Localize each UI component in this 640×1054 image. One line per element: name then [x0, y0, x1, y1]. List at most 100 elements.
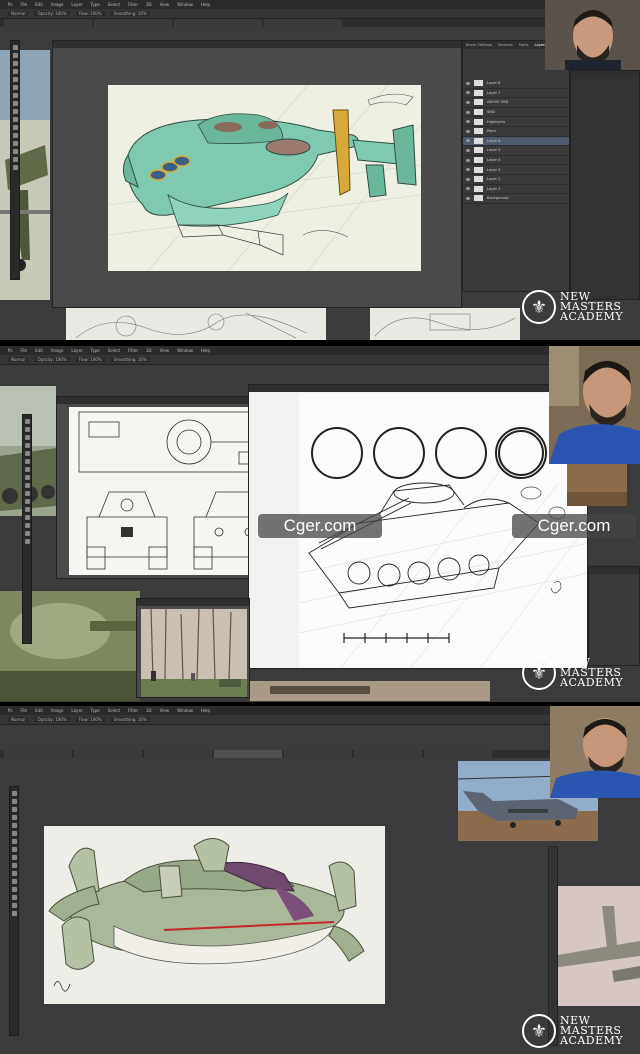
- tab-paths[interactable]: Paths: [519, 41, 529, 49]
- menu-item[interactable]: Edit: [35, 708, 43, 713]
- window-title-bar[interactable]: [571, 71, 639, 78]
- menu-item[interactable]: Ps: [8, 708, 12, 713]
- type-tool-icon[interactable]: [24, 507, 30, 512]
- document-tab[interactable]: [264, 19, 342, 27]
- document-tab[interactable]: [284, 750, 352, 758]
- menu-item[interactable]: Filter: [128, 348, 138, 353]
- path-select-tool-icon[interactable]: [11, 887, 17, 892]
- eye-icon[interactable]: [466, 168, 470, 172]
- pen-tool-icon[interactable]: [24, 499, 30, 504]
- stamp-tool-icon[interactable]: [24, 467, 30, 472]
- menu-item[interactable]: Help: [201, 708, 210, 713]
- menu-item[interactable]: Select: [108, 348, 120, 353]
- path-select-tool-icon[interactable]: [24, 515, 30, 520]
- tab-brush-settings[interactable]: Brush Settings: [466, 41, 492, 49]
- window-title-bar[interactable]: [53, 41, 461, 48]
- eye-icon[interactable]: [466, 129, 470, 133]
- menu-item[interactable]: View: [160, 708, 170, 713]
- eye-icon[interactable]: [466, 148, 470, 152]
- move-tool-icon[interactable]: [24, 419, 30, 424]
- menu-item[interactable]: Window: [177, 2, 193, 7]
- layer-row[interactable]: Layer 7: [463, 89, 569, 99]
- menu-item[interactable]: Image: [51, 708, 64, 713]
- document-tab[interactable]: [214, 750, 282, 758]
- eye-icon[interactable]: [466, 81, 470, 85]
- menu-item[interactable]: Ps: [8, 348, 12, 353]
- zoom-tool-icon[interactable]: [11, 911, 17, 916]
- hand-tool-icon[interactable]: [12, 157, 18, 162]
- canvas-airship-painting[interactable]: [44, 826, 385, 1004]
- layer-row[interactable]: Layer 4: [463, 156, 569, 166]
- gradient-tool-icon[interactable]: [11, 855, 17, 860]
- hand-tool-icon[interactable]: [24, 531, 30, 536]
- menu-item[interactable]: Image: [51, 2, 64, 7]
- marquee-tool-icon[interactable]: [12, 53, 18, 58]
- smoothing-field[interactable]: Smoothing: 10%: [110, 717, 150, 722]
- stamp-tool-icon[interactable]: [12, 93, 18, 98]
- document-tab[interactable]: [4, 750, 72, 758]
- menu-item[interactable]: File: [20, 348, 27, 353]
- window-title-bar[interactable]: [589, 567, 639, 574]
- window-title-bar[interactable]: [249, 385, 587, 392]
- menu-item[interactable]: Window: [177, 708, 193, 713]
- menu-item[interactable]: File: [20, 2, 27, 7]
- eyedropper-tool-icon[interactable]: [24, 451, 30, 456]
- menu-item[interactable]: Edit: [35, 2, 43, 7]
- blend-mode-select[interactable]: Normal: [8, 717, 29, 722]
- type-tool-icon[interactable]: [11, 879, 17, 884]
- lasso-tool-icon[interactable]: [24, 435, 30, 440]
- shape-tool-icon[interactable]: [12, 149, 18, 154]
- eyedropper-tool-icon[interactable]: [11, 823, 17, 828]
- menu-item[interactable]: Window: [177, 348, 193, 353]
- layer-row[interactable]: Layer 5: [463, 146, 569, 156]
- window-title-bar[interactable]: [137, 599, 249, 606]
- document-tab[interactable]: [354, 750, 422, 758]
- lasso-tool-icon[interactable]: [11, 807, 17, 812]
- dodge-tool-icon[interactable]: [11, 863, 17, 868]
- menu-item[interactable]: Select: [108, 2, 120, 7]
- zoom-tool-icon[interactable]: [24, 539, 30, 544]
- layer-row[interactable]: Paint: [463, 127, 569, 137]
- smoothing-field[interactable]: Smoothing: 10%: [110, 11, 150, 16]
- eyedropper-tool-icon[interactable]: [12, 77, 18, 82]
- eye-icon[interactable]: [466, 120, 470, 124]
- flow-field[interactable]: Flow: 100%: [75, 717, 105, 722]
- menu-item[interactable]: 3D: [146, 348, 152, 353]
- flow-field[interactable]: Flow: 100%: [75, 357, 105, 362]
- eraser-tool-icon[interactable]: [12, 101, 18, 106]
- layer-row[interactable]: Layer 2: [463, 175, 569, 185]
- shape-tool-icon[interactable]: [11, 895, 17, 900]
- move-tool-icon[interactable]: [12, 45, 18, 50]
- eye-icon[interactable]: [466, 196, 470, 200]
- marquee-tool-icon[interactable]: [11, 799, 17, 804]
- menu-item[interactable]: View: [160, 348, 170, 353]
- dodge-tool-icon[interactable]: [12, 117, 18, 122]
- eraser-tool-icon[interactable]: [24, 475, 30, 480]
- pen-tool-icon[interactable]: [11, 871, 17, 876]
- menu-item[interactable]: Layer: [71, 348, 82, 353]
- menu-item[interactable]: Type: [91, 348, 100, 353]
- canvas-spaceship-sketch[interactable]: [108, 85, 421, 271]
- menu-item[interactable]: 3D: [146, 2, 152, 7]
- move-tool-icon[interactable]: [11, 791, 17, 796]
- crop-tool-icon[interactable]: [12, 69, 18, 74]
- crop-tool-icon[interactable]: [24, 443, 30, 448]
- layer-row[interactable]: Highlights: [463, 117, 569, 127]
- eye-icon[interactable]: [466, 110, 470, 114]
- menu-item[interactable]: Help: [201, 2, 210, 7]
- eye-icon[interactable]: [466, 91, 470, 95]
- document-tab[interactable]: [94, 19, 172, 27]
- layer-row[interactable]: Layer 3: [463, 165, 569, 175]
- menu-item[interactable]: Image: [51, 348, 64, 353]
- menu-item[interactable]: Select: [108, 708, 120, 713]
- brush-tool-icon[interactable]: [12, 85, 18, 90]
- document-tab[interactable]: [424, 750, 492, 758]
- opacity-field[interactable]: Opacity: 100%: [34, 357, 70, 362]
- hand-tool-icon[interactable]: [11, 903, 17, 908]
- gradient-tool-icon[interactable]: [12, 109, 18, 114]
- shape-tool-icon[interactable]: [24, 523, 30, 528]
- menu-item[interactable]: Layer: [71, 708, 82, 713]
- marquee-tool-icon[interactable]: [24, 427, 30, 432]
- document-tab[interactable]: [174, 19, 262, 27]
- opacity-field[interactable]: Opacity: 100%: [34, 717, 70, 722]
